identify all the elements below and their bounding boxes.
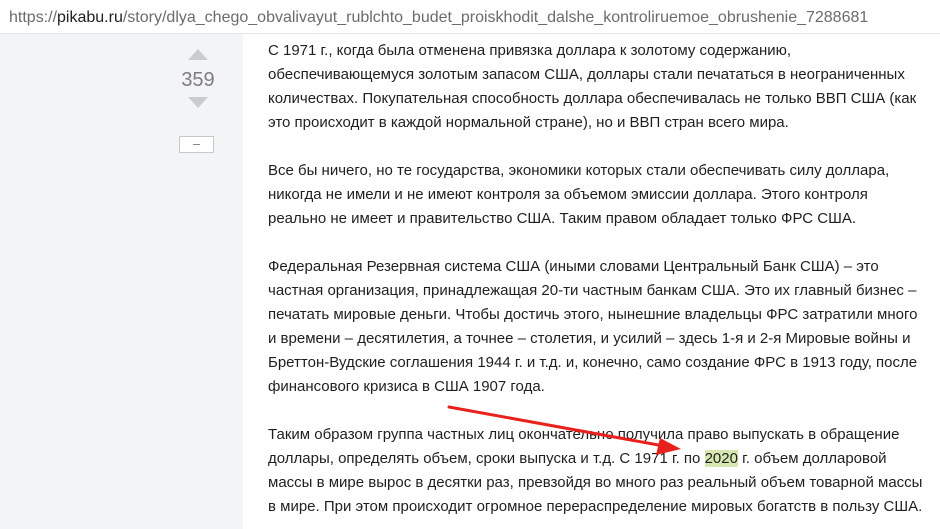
annotation-arrow: [447, 405, 681, 455]
